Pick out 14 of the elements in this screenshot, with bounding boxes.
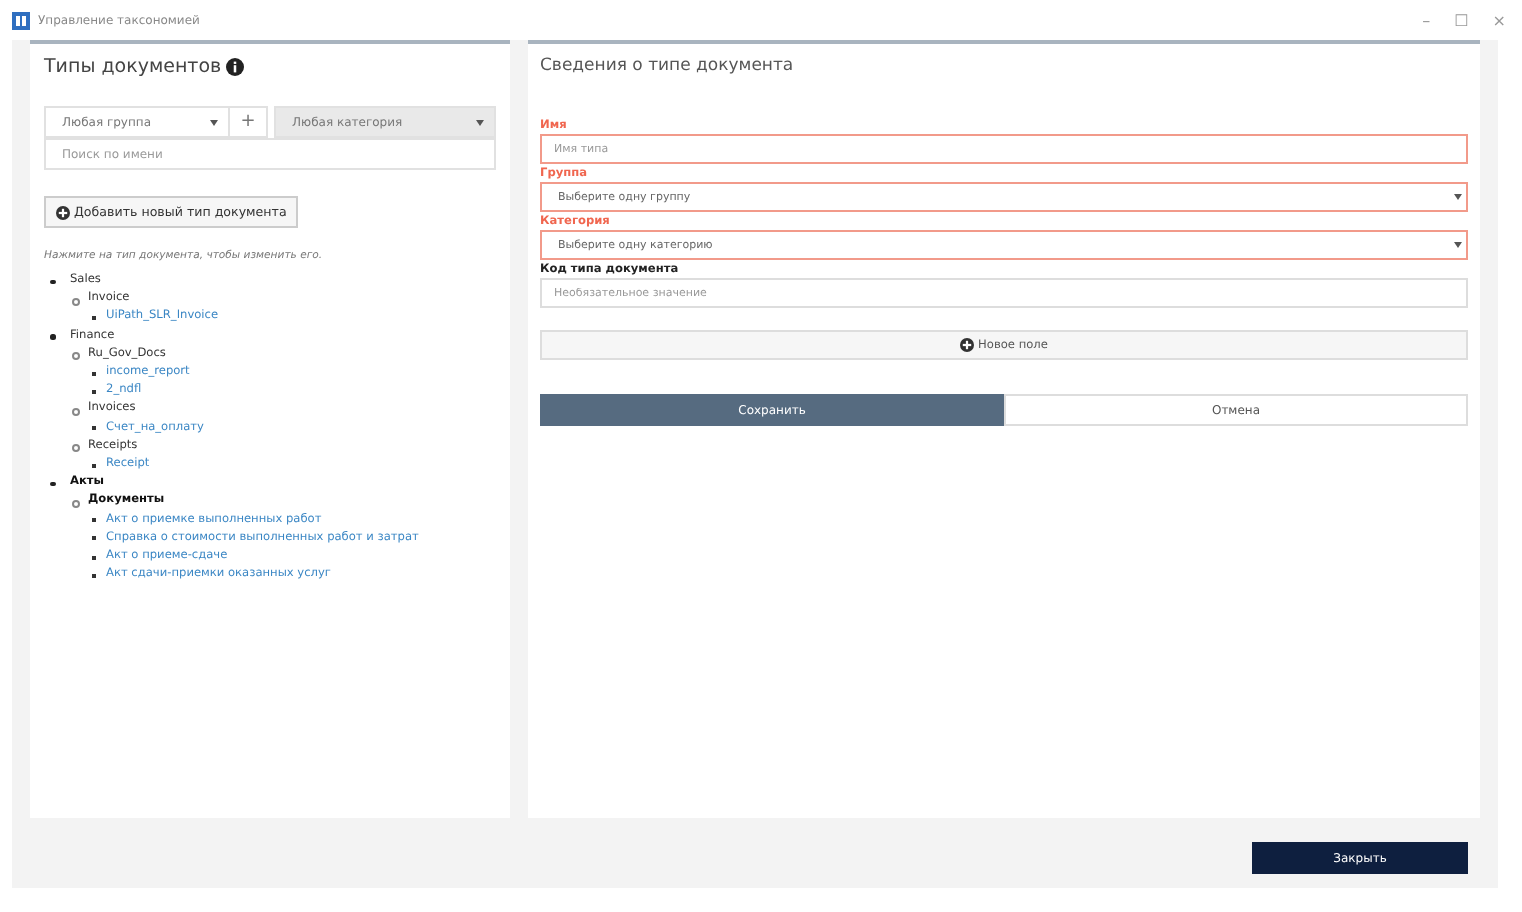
caret-icon [1454,194,1462,200]
plus-circle-icon [56,205,70,219]
plus-circle-icon [960,338,975,352]
panel-title: Типы документов [44,56,222,78]
app-icon [12,11,30,29]
caret-icon [476,119,484,125]
window-control[interactable]: × [1492,11,1506,29]
window-control[interactable]: – [1422,11,1431,29]
caret-icon [1454,242,1462,248]
info-icon [225,58,244,76]
window-control[interactable]: ☐ [1454,11,1469,29]
caret-icon [210,119,218,125]
panel-title: Сведения о типе документа [540,56,796,76]
add-group-button[interactable]: + [230,106,268,138]
